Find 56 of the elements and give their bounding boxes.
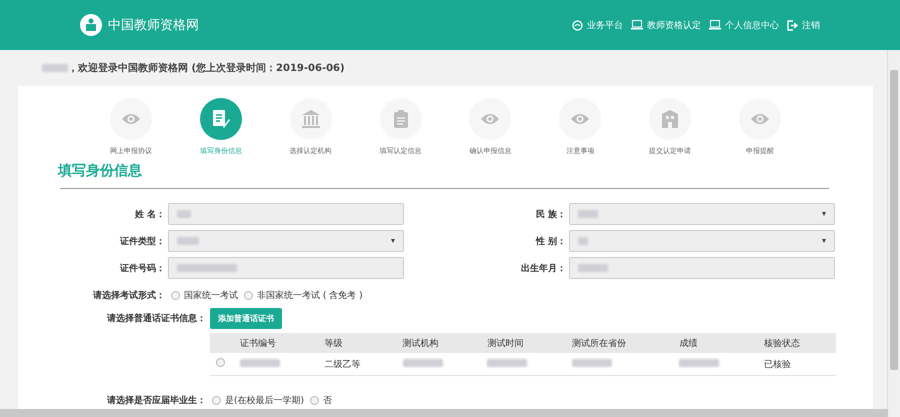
- caret-icon: [391, 239, 395, 243]
- section-title: 填写身份信息: [58, 162, 143, 180]
- column-header: 等级: [318, 333, 397, 353]
- eye-icon: [120, 112, 141, 126]
- column-header: 证书编号: [234, 333, 319, 353]
- input-field[interactable]: [569, 257, 835, 279]
- radio-option[interactable]: 非国家统一考试 ( 含免考 ): [244, 289, 363, 302]
- field-label: 请选择普通话证书信息：: [106, 312, 206, 325]
- column-header: 测试所在省份: [566, 333, 674, 353]
- input-field[interactable]: [168, 203, 404, 225]
- select-field[interactable]: [168, 230, 404, 252]
- input-field[interactable]: [168, 257, 404, 279]
- building-icon: [661, 109, 680, 129]
- logo-icon: [80, 14, 102, 36]
- field-label: 姓 名：: [134, 208, 166, 220]
- redacted-text: [578, 210, 598, 218]
- select-field[interactable]: [569, 230, 835, 252]
- welcome-text: ，欢迎登录中国教师资格网 (您上次登录时间：2019-06-06): [68, 61, 345, 75]
- radio-option[interactable]: 否: [310, 394, 332, 407]
- eye-icon: [750, 112, 770, 126]
- column-header: 成绩: [673, 333, 758, 353]
- redacted-text: [177, 237, 199, 245]
- radio-option[interactable]: 国家统一考试: [171, 289, 238, 302]
- field-label: 证件号码：: [118, 262, 166, 274]
- table-cell: 已核验: [764, 360, 791, 370]
- clipboard-icon: [394, 110, 408, 128]
- column-header: 核验状态: [758, 333, 836, 353]
- site-title: 中国教师资格网: [108, 17, 199, 34]
- redacted-text: [177, 210, 191, 218]
- monitor-icon: [631, 20, 643, 30]
- redacted-text: [578, 237, 588, 245]
- field-label: 性 别：: [534, 236, 567, 248]
- scrollbar[interactable]: [0, 409, 888, 417]
- document-icon: [212, 109, 230, 129]
- eye-icon: [480, 112, 500, 126]
- globe-icon: [572, 20, 583, 30]
- eye-icon: [570, 112, 590, 126]
- field-label: 请选择是否应届毕业生：: [106, 394, 206, 407]
- caret-icon: [822, 239, 826, 243]
- radio-icon[interactable]: [216, 358, 225, 367]
- column-header: 测试时间: [481, 333, 566, 353]
- column-header: 测试机构: [396, 333, 482, 353]
- select-field[interactable]: [569, 203, 835, 225]
- bank-icon: [300, 109, 321, 129]
- logout-icon: [787, 20, 798, 30]
- table-cell: 二级乙等: [324, 360, 361, 370]
- redacted-text: [578, 264, 608, 272]
- caret-icon: [822, 212, 826, 216]
- radio-option[interactable]: 是(在校最后一学期): [212, 394, 304, 407]
- redacted-text: [42, 64, 68, 72]
- field-label: 请选择考试形式：: [92, 289, 165, 302]
- field-label: 出生年月：: [520, 262, 567, 274]
- field-label: 民 族：: [534, 208, 567, 220]
- monitor-icon: [709, 20, 721, 30]
- field-label: 证件类型：: [118, 235, 166, 248]
- redacted-text: [177, 264, 237, 272]
